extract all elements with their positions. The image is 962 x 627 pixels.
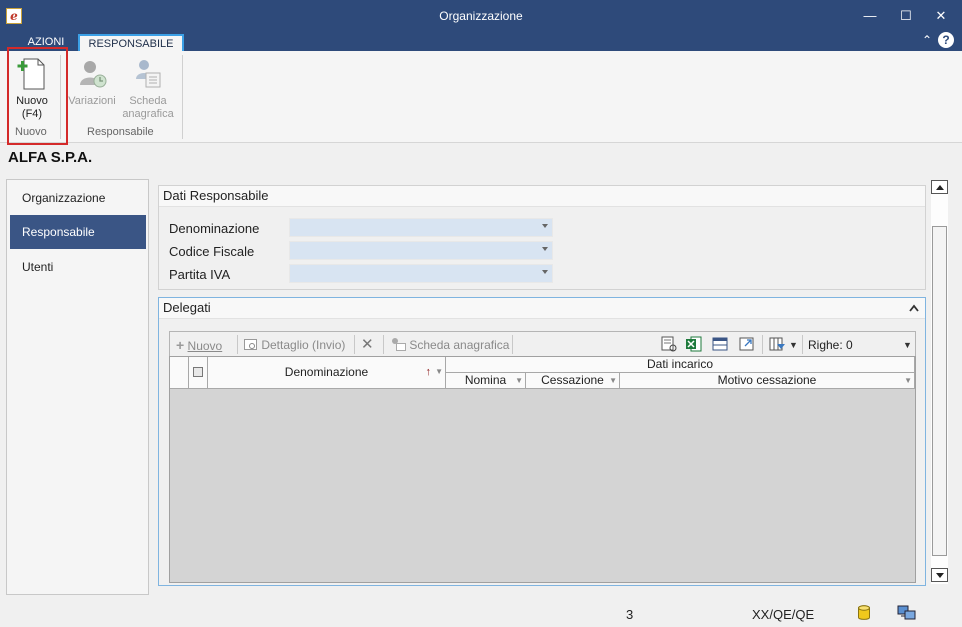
nav-item-responsabile[interactable]: Responsabile [10, 215, 146, 249]
status-code: XX/QE/QE [752, 607, 815, 622]
delegati-panel: Delegati + Nuovo Dettaglio (Invio) ✕ Sch… [158, 297, 926, 586]
registry-card-small-icon [392, 338, 406, 351]
toolbar-separator [762, 335, 763, 354]
scheda-label-2: anagrafica [122, 108, 174, 120]
codice-fiscale-combo[interactable] [289, 241, 553, 260]
export-window-icon[interactable] [738, 335, 756, 353]
close-button[interactable]: ✕ [931, 6, 951, 26]
ribbon-collapse-icon[interactable]: ⌃ [922, 33, 932, 47]
dati-responsabile-title: Dati Responsabile [159, 186, 925, 207]
plus-icon: + [176, 337, 185, 353]
partita-iva-label: Partita IVA [169, 267, 231, 282]
tb-nuovo-button[interactable]: + Nuovo [176, 336, 222, 354]
righe-dropdown-icon[interactable]: ▼ [903, 336, 912, 354]
row-indicator-header [170, 357, 189, 389]
select-all-header[interactable] [189, 357, 208, 389]
help-icon[interactable]: ? [938, 32, 954, 48]
tb-dettaglio-label: Dettaglio (Invio) [261, 338, 346, 352]
ribbon-separator [182, 55, 183, 139]
tb-dettaglio-button[interactable]: Dettaglio (Invio) [244, 336, 345, 354]
print-preview-icon[interactable] [660, 335, 678, 353]
delete-icon[interactable]: ✕ [361, 336, 374, 354]
toolbar-separator [802, 335, 803, 354]
toolbar-separator [383, 335, 384, 354]
column-dropdown-icon[interactable]: ▼ [904, 373, 912, 388]
dropdown-arrow-icon[interactable] [542, 224, 548, 228]
column-filter-icon[interactable] [768, 335, 786, 353]
scroll-up-button[interactable] [931, 180, 948, 194]
dati-responsabile-panel: Dati Responsabile Denominazione Codice F… [158, 185, 926, 290]
status-bar: 3 XX/QE/QE [0, 600, 962, 627]
toolbar-separator [237, 335, 238, 354]
highlight-box [7, 47, 68, 145]
network-computers-icon[interactable] [897, 605, 917, 621]
title-bar: e Organizzazione — ☐ ✕ [0, 0, 962, 32]
denominazione-label: Denominazione [169, 221, 260, 236]
col-cessazione-header[interactable]: Cessazione ▼ [526, 373, 620, 389]
tb-scheda-button[interactable]: Scheda anagrafica [390, 336, 509, 354]
status-count: 3 [626, 607, 634, 622]
tb-scheda-label: Scheda anagrafica [409, 338, 510, 352]
user-history-icon [80, 61, 107, 88]
col-denominazione-header[interactable]: Denominazione ↑ ▼ [208, 357, 446, 389]
sort-asc-icon: ↑ [425, 366, 432, 378]
dropdown-arrow-icon[interactable] [542, 247, 548, 251]
delegati-toolbar: + Nuovo Dettaglio (Invio) ✕ Scheda anagr… [169, 331, 916, 357]
variazioni-label: Variazioni [68, 95, 116, 107]
scroll-down-button[interactable] [931, 568, 948, 582]
group-header-dati-incarico: Dati incarico [446, 357, 915, 373]
minimize-button[interactable]: — [860, 6, 880, 26]
nav-item-organizzazione[interactable]: Organizzazione [10, 181, 146, 215]
detail-view-icon [244, 339, 257, 350]
col-motivo-cessazione-label: Motivo cessazione [717, 373, 817, 387]
col-denominazione-label: Denominazione [284, 365, 369, 379]
column-filter-dropdown-icon[interactable]: ▼ [789, 336, 798, 354]
variazioni-button[interactable]: Variazioni [64, 55, 120, 108]
maximize-button[interactable]: ☐ [896, 6, 916, 26]
ribbon-tab-strip: AZIONI RESPONSABILE ⌃ ? [0, 32, 962, 51]
group-label-responsabile: Responsabile [87, 126, 154, 138]
database-icon[interactable] [857, 605, 871, 621]
company-name: ALFA S.P.A. [8, 149, 93, 166]
column-dropdown-icon[interactable]: ▼ [435, 357, 443, 387]
column-dropdown-icon[interactable]: ▼ [515, 373, 523, 388]
collapse-chevron-icon[interactable] [909, 304, 919, 312]
table-view-icon[interactable] [711, 335, 729, 353]
delegati-grid: Denominazione ↑ ▼ Dati incarico Nomina ▼… [169, 356, 916, 583]
scheda-anagrafica-button[interactable]: Scheda anagrafica [118, 55, 178, 121]
col-motivo-cessazione-header[interactable]: Motivo cessazione ▼ [620, 373, 915, 389]
tab-responsabile[interactable]: RESPONSABILE [78, 34, 184, 51]
denominazione-combo[interactable] [289, 218, 553, 237]
excel-export-icon[interactable] [685, 335, 703, 353]
col-nomina-label: Nomina [464, 373, 507, 387]
partita-iva-combo[interactable] [289, 264, 553, 283]
registry-card-icon [136, 60, 161, 88]
scheda-label-1: Scheda [129, 95, 167, 107]
righe-count: Righe: 0 [808, 338, 853, 352]
delegati-title: Delegati [163, 300, 211, 315]
ribbon: Nuovo (F4) Variazioni Scheda anagrafica … [0, 51, 962, 143]
nav-item-utenti[interactable]: Utenti [10, 250, 146, 284]
toolbar-separator [354, 335, 355, 354]
delegati-header: Delegati [159, 298, 925, 319]
scroll-down-arrow-icon [936, 573, 944, 578]
vertical-scrollbar[interactable] [931, 180, 948, 584]
left-nav: Organizzazione Responsabile Utenti [6, 179, 149, 595]
scroll-up-arrow-icon [936, 185, 944, 190]
select-all-checkbox[interactable] [193, 367, 203, 377]
col-cessazione-label: Cessazione [541, 373, 604, 387]
window-title: Organizzazione [439, 9, 523, 23]
toolbar-separator [512, 335, 513, 354]
scroll-thumb[interactable] [932, 226, 947, 556]
column-dropdown-icon[interactable]: ▼ [609, 373, 617, 388]
dropdown-arrow-icon[interactable] [542, 270, 548, 274]
codice-fiscale-label: Codice Fiscale [169, 244, 255, 259]
tb-nuovo-label: Nuovo [187, 339, 223, 353]
col-nomina-header[interactable]: Nomina ▼ [446, 373, 526, 389]
